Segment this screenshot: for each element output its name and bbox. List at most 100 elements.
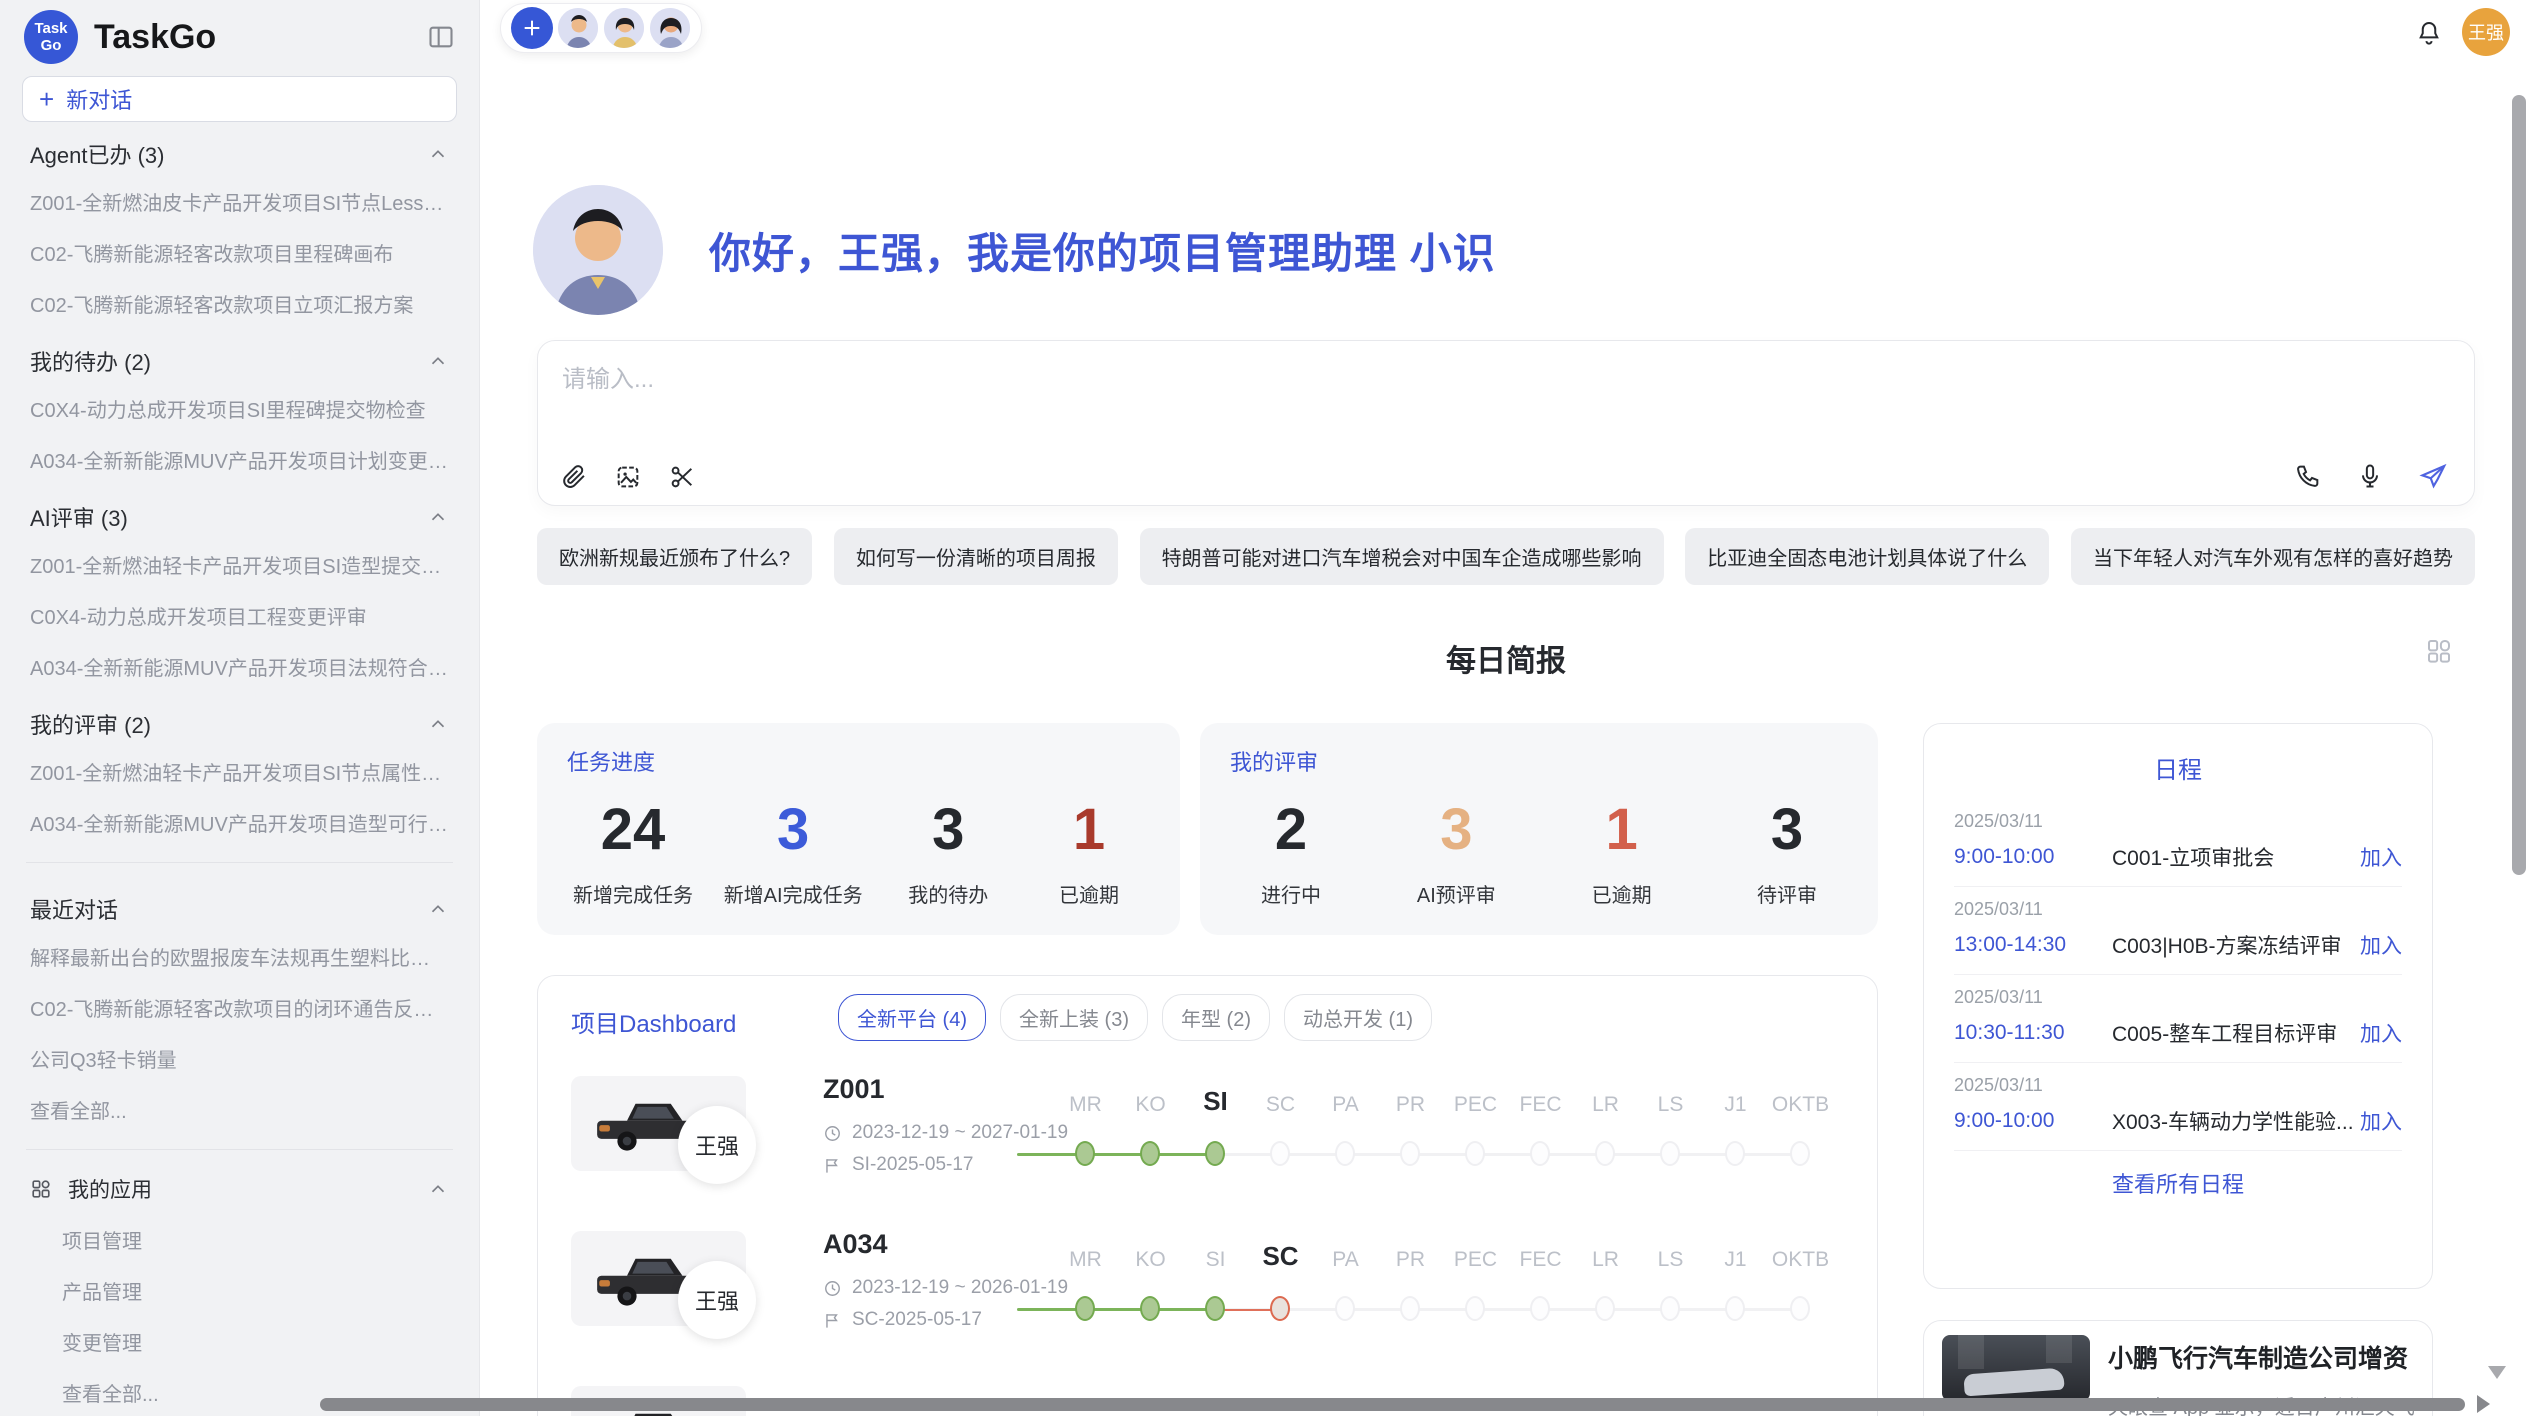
chat-input[interactable] [562, 359, 2062, 429]
image-upload-icon[interactable] [614, 463, 642, 491]
app-item-change-mgmt[interactable]: 变更管理 [22, 1316, 457, 1367]
suggestion-chip[interactable]: 当下年轻人对汽车外观有怎样的喜好趋势 [2071, 528, 2475, 585]
section-title: 最近对话 [30, 893, 118, 925]
stat-label: 新增完成任务 [573, 879, 693, 908]
sidebar-header: Task Go TaskGo [22, 0, 457, 76]
chevron-up-icon[interactable] [427, 713, 449, 735]
vertical-scrollbar[interactable] [2512, 95, 2526, 875]
flag-text: SC-2025-05-17 [852, 1309, 982, 1331]
schedule-date: 2025/03/11 [1954, 811, 2402, 832]
join-link[interactable]: 加入 [2360, 1018, 2402, 1048]
avatar[interactable] [557, 7, 599, 49]
user-avatar[interactable]: 王强 [2462, 8, 2510, 56]
section-header[interactable]: AI评审 (3) [22, 485, 457, 539]
task-item[interactable]: C02-飞腾新能源轻客改款项目里程碑画布 [22, 227, 457, 278]
stat-ai-prereview: 3 AI预评审 [1401, 791, 1511, 908]
clock-icon [823, 1124, 842, 1143]
agent-quick-pill [500, 3, 702, 53]
schedule-time: 9:00-10:00 [1954, 845, 2104, 869]
sidebar-item-my-apps[interactable]: 我的应用 [22, 1164, 457, 1214]
attachment-icon[interactable] [560, 463, 588, 491]
app-item-product-mgmt[interactable]: 产品管理 [22, 1265, 457, 1316]
voice-call-icon[interactable] [2294, 462, 2322, 490]
task-item[interactable]: C02-飞腾新能源轻客改款项目立项汇报方案 [22, 278, 457, 329]
task-item[interactable]: A034-全新新能源MUV产品开发项目造型可行性评审 [22, 797, 457, 848]
dashboard-title: 项目Dashboard [571, 1004, 736, 1039]
stat-label: 已逾期 [1567, 879, 1677, 908]
join-link[interactable]: 加入 [2360, 842, 2402, 872]
my-apps-label: 我的应用 [68, 1174, 411, 1204]
stat-label: 进行中 [1236, 879, 1346, 908]
task-item[interactable]: A034-全新新能源MUV产品开发项目法规符合性评审 [22, 641, 457, 692]
collapse-sidebar-icon[interactable] [427, 23, 455, 51]
suggestion-chip[interactable]: 欧洲新规最近颁布了什么? [537, 528, 812, 585]
input-actions [2294, 461, 2448, 491]
project-row[interactable]: 王强 A034 2023-12-19 ~ 2026-01-19 SC-2025-… [538, 1221, 1878, 1381]
scroll-down-arrow[interactable] [2488, 1366, 2506, 1379]
section-header[interactable]: 我的评审 (2) [22, 692, 457, 746]
view-all-schedule-link[interactable]: 查看所有日程 [1954, 1151, 2402, 1199]
project-row[interactable]: 王强 Z001 2023-12-19 ~ 2027-01-19 SI-2025-… [538, 1066, 1878, 1226]
filter-chip-upfit[interactable]: 全新上装 (3) [1000, 994, 1148, 1041]
chevron-up-icon[interactable] [427, 1178, 449, 1200]
card-title: 我的评审 [1230, 745, 1848, 777]
avatar[interactable] [603, 7, 645, 49]
project-owner-badge: 王强 [678, 1106, 756, 1184]
section-header[interactable]: Agent已办 (3) [22, 122, 457, 176]
clock-icon [823, 1279, 842, 1298]
microphone-icon[interactable] [2356, 462, 2384, 490]
section-title: AI评审 (3) [30, 501, 128, 533]
avatar[interactable] [649, 7, 691, 49]
section-my-todo: 我的待办 (2) C0X4-动力总成开发项目SI里程碑提交物检查 A034-全新… [22, 329, 457, 485]
logo-line1: Task [34, 20, 67, 37]
project-owner-badge: 王强 [678, 1261, 756, 1339]
schedule-date: 2025/03/11 [1954, 987, 2402, 1008]
chevron-up-icon[interactable] [427, 350, 449, 372]
app-item-project-mgmt[interactable]: 项目管理 [22, 1214, 457, 1265]
suggestion-chip[interactable]: 如何写一份清晰的项目周报 [834, 528, 1118, 585]
task-item[interactable]: Z001-全新燃油轻卡产品开发项目SI节点属性5D文件评审 [22, 746, 457, 797]
chevron-up-icon[interactable] [427, 506, 449, 528]
filter-chip-platform[interactable]: 全新平台 (4) [838, 994, 986, 1041]
recent-chat-item[interactable]: 解释最新出台的欧盟报废车法规再生塑料比例被调至15%... [22, 931, 457, 982]
dashboard-filters: 全新平台 (4) 全新上装 (3) 年型 (2) 动总开发 (1) [838, 994, 1432, 1041]
chat-input-card [537, 340, 2475, 506]
section-header[interactable]: 最近对话 [22, 877, 457, 931]
recent-chat-item[interactable]: C02-飞腾新能源轻客改款项目的闭环通告反馈情况 [22, 982, 457, 1033]
notification-bell-icon[interactable] [2414, 18, 2444, 48]
screenshot-scissors-icon[interactable] [668, 463, 696, 491]
task-item[interactable]: C0X4-动力总成开发项目工程变更评审 [22, 590, 457, 641]
section-title: 我的待办 (2) [30, 345, 151, 377]
filter-chip-year-model[interactable]: 年型 (2) [1162, 994, 1270, 1041]
chevron-up-icon[interactable] [427, 898, 449, 920]
stat-new-done: 24 新增完成任务 [573, 791, 693, 908]
join-link[interactable]: 加入 [2360, 930, 2402, 960]
join-link[interactable]: 加入 [2360, 1106, 2402, 1136]
recent-chat-item[interactable]: 公司Q3轻卡销量 [22, 1033, 457, 1084]
dates-text: 2023-12-19 ~ 2026-01-19 [852, 1277, 1068, 1299]
scroll-right-arrow[interactable] [2477, 1395, 2490, 1413]
suggestion-chip[interactable]: 比亚迪全固态电池计划具体说了什么 [1685, 528, 2049, 585]
logo-line2: Go [41, 37, 62, 54]
new-chat-button[interactable]: + 新对话 [22, 76, 457, 122]
suggestion-chip[interactable]: 特朗普可能对进口汽车增税会对中国车企造成哪些影响 [1140, 528, 1664, 585]
layout-grid-icon[interactable] [2424, 636, 2454, 666]
filter-chip-powertrain[interactable]: 动总开发 (1) [1284, 994, 1432, 1041]
news-title: 小鹏飞行汽车制造公司增资 [2108, 1339, 2414, 1375]
task-item[interactable]: C0X4-动力总成开发项目SI里程碑提交物检查 [22, 383, 457, 434]
news-image [1942, 1335, 2090, 1401]
horizontal-scrollbar[interactable] [320, 1398, 2465, 1411]
task-item[interactable]: Z001-全新燃油轻卡产品开发项目SI造型提交物评审 [22, 539, 457, 590]
new-chat-label: 新对话 [66, 83, 132, 115]
task-item[interactable]: Z001-全新燃油皮卡产品开发项目SI节点Lesson Learn报告 [22, 176, 457, 227]
task-item[interactable]: A034-全新新能源MUV产品开发项目计划变更表编写 [22, 434, 457, 485]
view-all-chats[interactable]: 查看全部... [22, 1084, 457, 1135]
section-header[interactable]: 我的待办 (2) [22, 329, 457, 383]
schedule-date: 2025/03/11 [1954, 1075, 2402, 1096]
section-my-apps: 我的应用 项目管理 产品管理 变更管理 查看全部... [22, 1164, 457, 1416]
add-agent-button[interactable] [511, 7, 553, 49]
stat-pending-review: 3 待评审 [1732, 791, 1842, 908]
send-icon[interactable] [2418, 461, 2448, 491]
app-root: Task Go TaskGo + 新对话 Agent已办 (3) Z001-全新… [0, 0, 2532, 1416]
chevron-up-icon[interactable] [427, 143, 449, 165]
